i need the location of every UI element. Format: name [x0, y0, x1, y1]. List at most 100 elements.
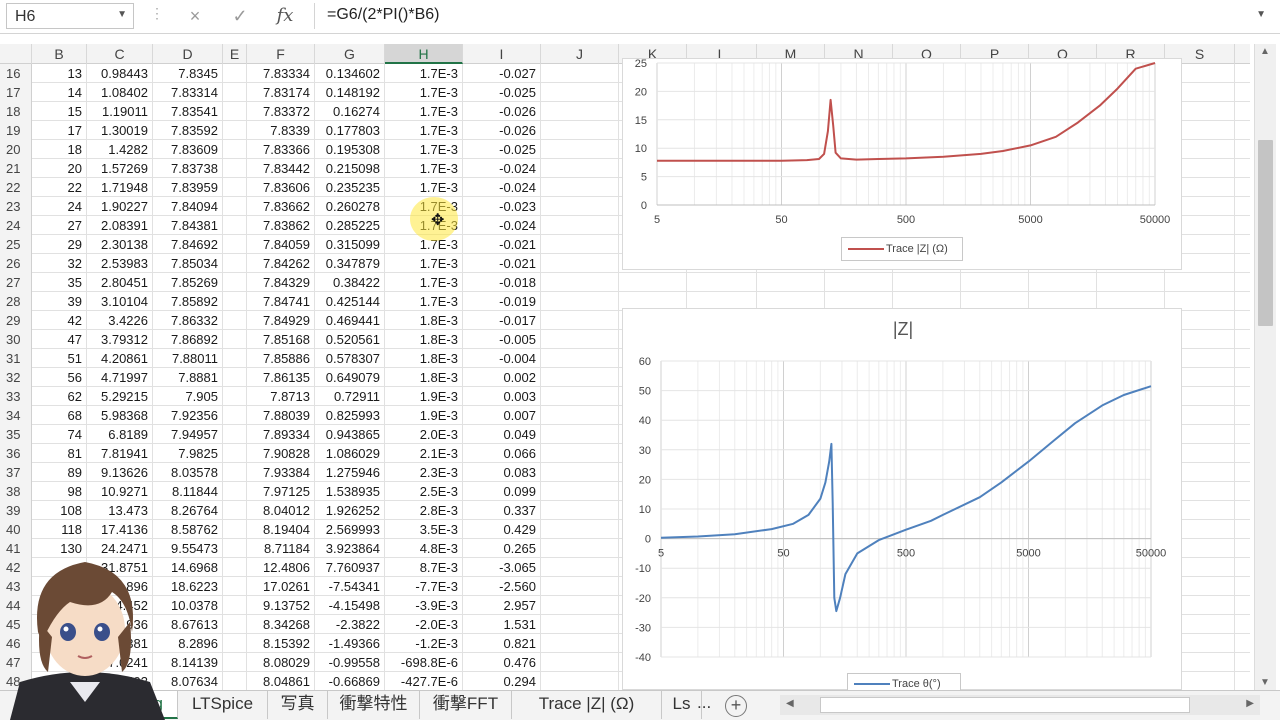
cell-d[interactable]: 7.84381: [153, 216, 223, 235]
cell-h[interactable]: 2.8E-3: [385, 501, 463, 520]
cell-b[interactable]: 20: [32, 159, 87, 178]
row-number[interactable]: 33: [0, 387, 32, 406]
cell-g[interactable]: 0.134602: [315, 64, 385, 83]
row-number[interactable]: 26: [0, 254, 32, 273]
cell-d[interactable]: 7.83314: [153, 83, 223, 102]
cell-f[interactable]: 8.08029: [247, 653, 315, 672]
cancel-icon[interactable]: ×: [180, 3, 210, 29]
cell-g[interactable]: 3.923864: [315, 539, 385, 558]
cell-d[interactable]: 7.83609: [153, 140, 223, 159]
cell-d[interactable]: 8.26764: [153, 501, 223, 520]
column-header-h[interactable]: H: [385, 44, 463, 64]
cell-g[interactable]: 0.285225: [315, 216, 385, 235]
cell-f[interactable]: 7.90828: [247, 444, 315, 463]
row-number[interactable]: 25: [0, 235, 32, 254]
cell-i[interactable]: 0.294: [463, 672, 541, 691]
enter-icon[interactable]: ✓: [225, 3, 255, 29]
sheet-tab[interactable]: Ls: [662, 691, 702, 719]
cell-g[interactable]: 0.649079: [315, 368, 385, 387]
cell-b[interactable]: 13: [32, 64, 87, 83]
row-number[interactable]: 35: [0, 425, 32, 444]
cell-d[interactable]: 7.88011: [153, 349, 223, 368]
cell-c[interactable]: 1.57269: [87, 159, 153, 178]
cell-b[interactable]: 42: [32, 311, 87, 330]
cell-h[interactable]: 1.7E-3: [385, 121, 463, 140]
cell-c[interactable]: 13.473: [87, 501, 153, 520]
cell-g[interactable]: 0.315099: [315, 235, 385, 254]
cell-b[interactable]: 29: [32, 235, 87, 254]
cell-g[interactable]: -0.66869: [315, 672, 385, 691]
sheet-tab[interactable]: LTSpice: [178, 691, 268, 719]
cell-g[interactable]: -1.49366: [315, 634, 385, 653]
row-number[interactable]: 27: [0, 273, 32, 292]
cell-i[interactable]: -0.027: [463, 64, 541, 83]
row-number[interactable]: 23: [0, 197, 32, 216]
cell-h[interactable]: 1.9E-3: [385, 406, 463, 425]
cell-g[interactable]: 0.72911: [315, 387, 385, 406]
cell-d[interactable]: 7.86892: [153, 330, 223, 349]
cell-f[interactable]: 7.84929: [247, 311, 315, 330]
cell-f[interactable]: 9.13752: [247, 596, 315, 615]
sheet-tab[interactable]: 衝撃特性: [328, 691, 420, 719]
cell-f[interactable]: 7.8713: [247, 387, 315, 406]
cell-f[interactable]: 7.83442: [247, 159, 315, 178]
cell-f[interactable]: 7.83372: [247, 102, 315, 121]
cell-d[interactable]: 7.85269: [153, 273, 223, 292]
cell-f[interactable]: 7.97125: [247, 482, 315, 501]
cell-h[interactable]: 1.8E-3: [385, 330, 463, 349]
cell-f[interactable]: 7.83334: [247, 64, 315, 83]
cell-c[interactable]: 1.90227: [87, 197, 153, 216]
row-number[interactable]: 29: [0, 311, 32, 330]
cell-g[interactable]: 0.425144: [315, 292, 385, 311]
cell-g[interactable]: 1.926252: [315, 501, 385, 520]
cell-i[interactable]: -0.026: [463, 102, 541, 121]
cell-h[interactable]: 4.8E-3: [385, 539, 463, 558]
cell-h[interactable]: 2.5E-3: [385, 482, 463, 501]
cell-i[interactable]: 0.083: [463, 463, 541, 482]
cell-b[interactable]: 118: [32, 520, 87, 539]
row-number[interactable]: 17: [0, 83, 32, 102]
cell-f[interactable]: 8.04012: [247, 501, 315, 520]
cell-g[interactable]: 1.086029: [315, 444, 385, 463]
cell-d[interactable]: 7.83738: [153, 159, 223, 178]
cell-h[interactable]: -2.0E-3: [385, 615, 463, 634]
cell-i[interactable]: 0.049: [463, 425, 541, 444]
column-header-c[interactable]: C: [87, 44, 153, 64]
cell-c[interactable]: 3.79312: [87, 330, 153, 349]
cell-g[interactable]: -2.3822: [315, 615, 385, 634]
row-number[interactable]: 38: [0, 482, 32, 501]
cell-h[interactable]: 2.0E-3: [385, 425, 463, 444]
cell-f[interactable]: 8.15392: [247, 634, 315, 653]
scroll-thumb[interactable]: [820, 697, 1190, 713]
cell-f[interactable]: 7.86135: [247, 368, 315, 387]
cell-b[interactable]: 17: [32, 121, 87, 140]
cell-g[interactable]: 0.215098: [315, 159, 385, 178]
formula-input[interactable]: =G6/(2*PI()*B6) ▼: [314, 3, 1274, 29]
cell-f[interactable]: 7.83606: [247, 178, 315, 197]
cell-i[interactable]: 0.265: [463, 539, 541, 558]
cell-g[interactable]: 0.469441: [315, 311, 385, 330]
row-number[interactable]: 19: [0, 121, 32, 140]
cell-c[interactable]: 9.13626: [87, 463, 153, 482]
cell-d[interactable]: 7.84692: [153, 235, 223, 254]
cell-i[interactable]: -0.026: [463, 121, 541, 140]
cell-i[interactable]: -0.004: [463, 349, 541, 368]
cell-f[interactable]: 7.83174: [247, 83, 315, 102]
cell-h[interactable]: 1.8E-3: [385, 349, 463, 368]
cell-i[interactable]: -2.560: [463, 577, 541, 596]
cell-c[interactable]: 3.4226: [87, 311, 153, 330]
cell-i[interactable]: 0.003: [463, 387, 541, 406]
cell-i[interactable]: 0.476: [463, 653, 541, 672]
cell-i[interactable]: -0.025: [463, 140, 541, 159]
cell-b[interactable]: 27: [32, 216, 87, 235]
row-number[interactable]: 21: [0, 159, 32, 178]
cell-h[interactable]: 1.7E-3: [385, 64, 463, 83]
cell-b[interactable]: 62: [32, 387, 87, 406]
row-number[interactable]: 18: [0, 102, 32, 121]
cell-c[interactable]: 2.08391: [87, 216, 153, 235]
cell-i[interactable]: -0.005: [463, 330, 541, 349]
cell-f[interactable]: 7.84329: [247, 273, 315, 292]
cell-h[interactable]: 1.9E-3: [385, 387, 463, 406]
cell-b[interactable]: 35: [32, 273, 87, 292]
cell-h[interactable]: -698.8E-6: [385, 653, 463, 672]
